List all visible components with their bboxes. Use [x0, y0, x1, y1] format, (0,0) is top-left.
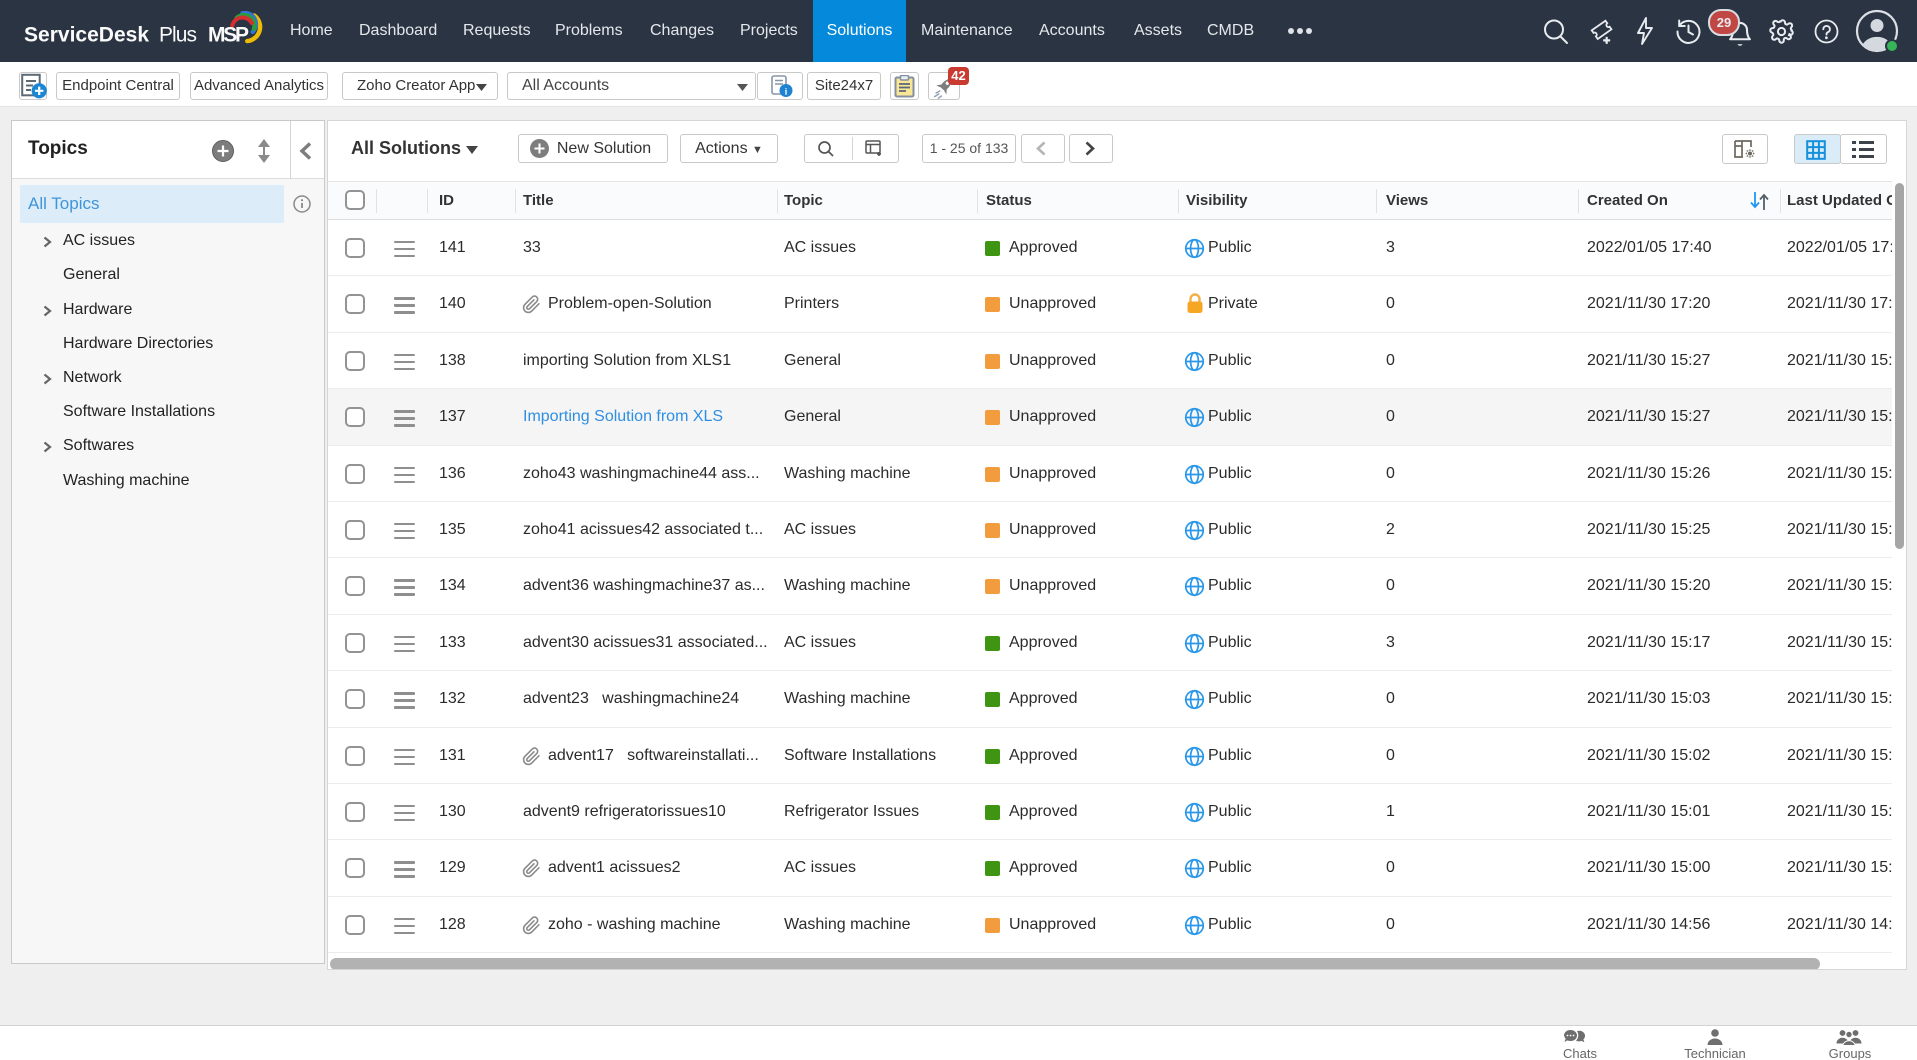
svg-text:Plus: Plus — [159, 24, 197, 47]
svg-text:MSP: MSP — [208, 24, 249, 47]
svg-text:ServiceDesk: ServiceDesk — [24, 24, 149, 47]
